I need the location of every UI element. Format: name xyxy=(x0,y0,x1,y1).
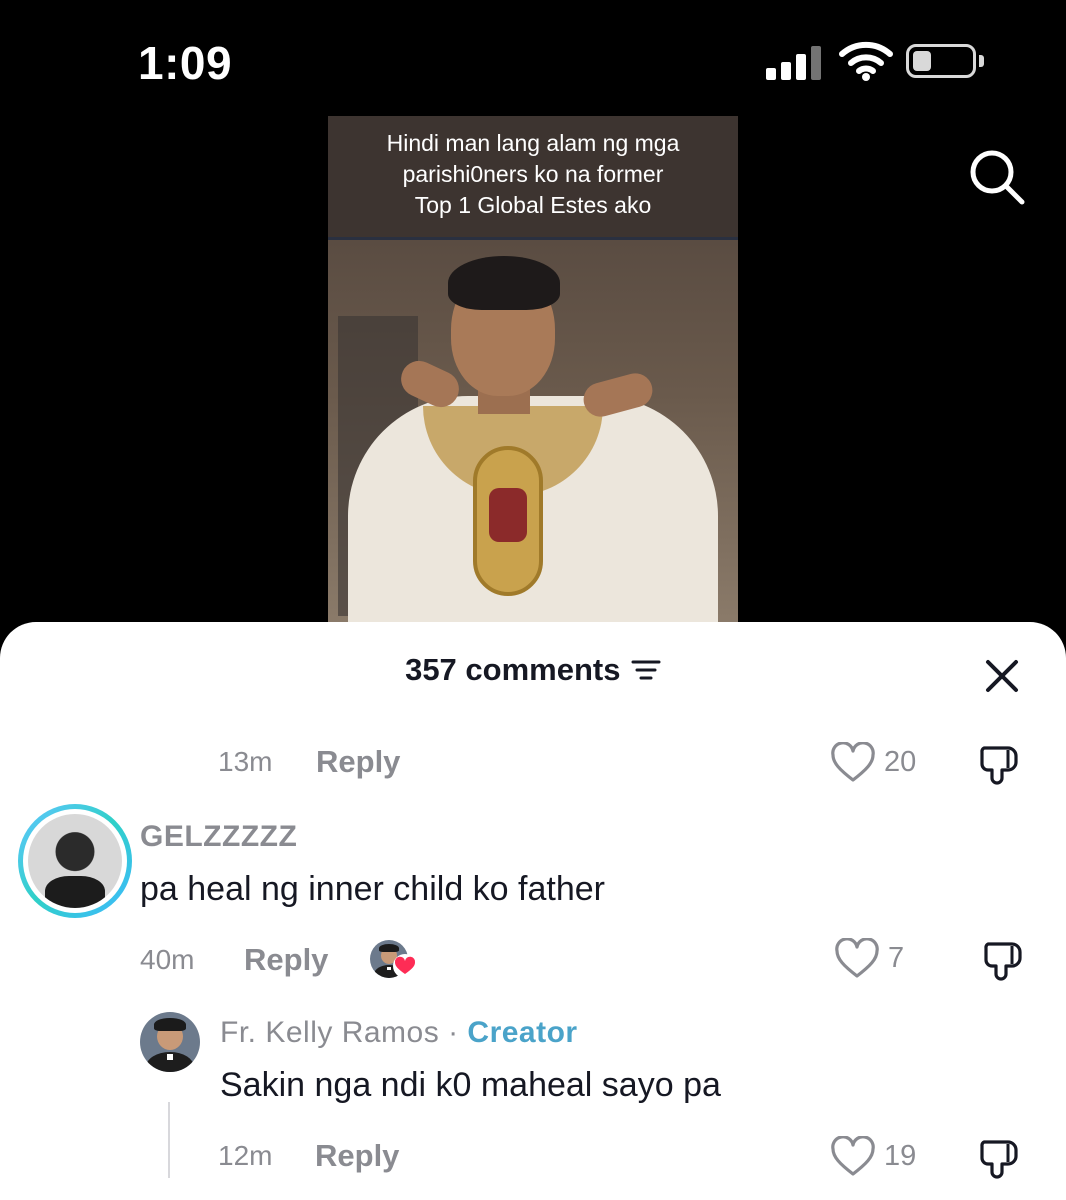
comment-count: 357 comments xyxy=(405,652,621,687)
caption-line: parishi0ners ko na former xyxy=(402,161,664,187)
reply-button[interactable]: Reply xyxy=(315,1138,399,1174)
comments-header: 357 comments xyxy=(0,652,1066,688)
creator-badge: Creator xyxy=(467,1016,578,1049)
caption-line: Top 1 Global Estes ako xyxy=(414,192,652,218)
thumbs-down-icon[interactable] xyxy=(978,1134,1024,1180)
avatar[interactable] xyxy=(140,1012,200,1072)
video-medallion-center xyxy=(489,488,527,542)
like-count: 7 xyxy=(888,942,905,974)
avatar-photo xyxy=(28,814,122,908)
status-time: 1:09 xyxy=(138,37,233,89)
comment-text: pa heal ng inner child ko father xyxy=(140,870,605,908)
thread-line xyxy=(168,1102,170,1178)
battery-icon xyxy=(906,44,976,78)
search-icon[interactable] xyxy=(964,144,1028,208)
wifi-icon xyxy=(839,41,893,81)
video-hair xyxy=(448,256,560,310)
avatar[interactable] xyxy=(18,804,132,918)
heart-outline-icon[interactable] xyxy=(830,1136,876,1178)
close-icon[interactable] xyxy=(982,656,1022,696)
heart-outline-icon[interactable] xyxy=(834,938,880,980)
reply-button[interactable]: Reply xyxy=(244,942,328,978)
sort-filter-icon[interactable] xyxy=(631,658,661,682)
comment-time: 40m xyxy=(140,944,195,975)
battery-nub xyxy=(979,55,984,67)
comment-time: 12m xyxy=(218,1140,273,1171)
comments-sheet: 357 comments xyxy=(0,622,1066,1200)
thumbs-down-icon[interactable] xyxy=(982,936,1028,982)
video-player[interactable]: Hindi man lang alam ng mga parishi0ners … xyxy=(328,116,738,626)
liked-by-creator-heart-icon xyxy=(393,954,417,978)
caption-line: Hindi man lang alam ng mga xyxy=(386,130,680,156)
like-count: 20 xyxy=(884,746,917,778)
comment-username-line: Fr. Kelly Ramos · Creator xyxy=(220,1016,578,1050)
comment-username[interactable]: Fr. Kelly Ramos xyxy=(220,1016,439,1049)
avatar-inner xyxy=(23,809,127,913)
like-count: 19 xyxy=(884,1140,917,1172)
video-caption: Hindi man lang alam ng mga parishi0ners … xyxy=(328,128,738,221)
reply-button[interactable]: Reply xyxy=(316,744,400,780)
cellular-signal-icon xyxy=(766,44,824,80)
username-separator: · xyxy=(448,1016,459,1049)
comment-time: 13m xyxy=(218,746,273,777)
video-caption-band: Hindi man lang alam ng mga parishi0ners … xyxy=(328,116,738,240)
thumbs-down-icon[interactable] xyxy=(978,740,1024,786)
comment-username[interactable]: GELZZZZZ xyxy=(140,820,297,854)
heart-outline-icon[interactable] xyxy=(830,742,876,784)
comment-text: Sakin nga ndi k0 maheal sayo pa xyxy=(220,1066,721,1104)
